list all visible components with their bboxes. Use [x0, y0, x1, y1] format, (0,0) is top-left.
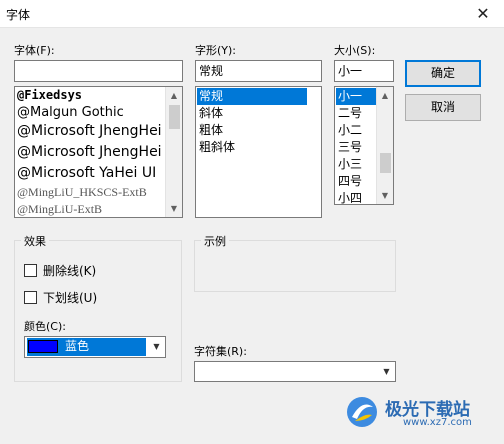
scroll-up-icon[interactable]: ▲: [377, 87, 393, 104]
font-list-scrollbar[interactable]: ▲ ▼: [165, 87, 182, 217]
color-value: 蓝色: [65, 339, 90, 353]
strikeout-label: 删除线(K): [43, 264, 97, 278]
scroll-down-icon[interactable]: ▼: [166, 200, 182, 217]
style-list-item-selected[interactable]: 常规: [197, 88, 307, 105]
ok-button[interactable]: 确定: [405, 60, 481, 87]
scroll-down-icon[interactable]: ▼: [377, 187, 393, 204]
scroll-thumb[interactable]: [380, 153, 391, 173]
chevron-down-icon[interactable]: ▼: [148, 337, 165, 356]
effects-legend: 效果: [21, 233, 49, 249]
underline-checkbox[interactable]: 下划线(U): [24, 289, 97, 306]
size-list-item-selected[interactable]: 小一: [336, 88, 378, 105]
font-list-item[interactable]: @Fixedsys: [15, 87, 167, 104]
title-bar: 字体 ✕: [0, 0, 504, 28]
style-list-item[interactable]: 粗体: [197, 122, 307, 139]
font-list-item[interactable]: @Malgun Gothic: [15, 104, 167, 121]
size-list-item[interactable]: 二号: [336, 105, 378, 122]
color-swatch: [28, 340, 58, 353]
scroll-up-icon[interactable]: ▲: [166, 87, 182, 104]
font-list[interactable]: @Fixedsys @Malgun Gothic @Microsoft Jhen…: [14, 86, 183, 218]
style-label: 字形(Y):: [195, 44, 237, 57]
close-icon[interactable]: ✕: [462, 0, 504, 28]
font-label: 字体(F):: [14, 44, 55, 57]
size-input[interactable]: 小一: [334, 60, 394, 82]
cancel-button[interactable]: 取消: [405, 94, 481, 121]
chevron-down-icon[interactable]: ▼: [378, 362, 395, 381]
size-list[interactable]: 小一 二号 小二 三号 小三 四号 小四 ▲ ▼: [334, 86, 394, 205]
size-label: 大小(S):: [334, 44, 376, 57]
watermark-url: www.xz7.com: [403, 417, 472, 428]
window-title: 字体: [6, 8, 31, 22]
style-list[interactable]: 常规 斜体 粗体 粗斜体: [195, 86, 322, 218]
size-list-item[interactable]: 小四: [336, 190, 378, 204]
font-list-item[interactable]: @Microsoft JhengHei: [15, 121, 167, 142]
sample-legend: 示例: [201, 233, 229, 249]
size-list-item[interactable]: 三号: [336, 139, 378, 156]
font-list-item[interactable]: @MingLiU_HKSCS-ExtB: [15, 184, 167, 201]
charset-label: 字符集(R):: [194, 345, 247, 358]
sample-group: 示例: [194, 233, 396, 292]
style-input[interactable]: 常规: [195, 60, 322, 82]
font-list-item[interactable]: @Microsoft YaHei UI: [15, 163, 167, 184]
color-select[interactable]: 蓝色 ▼: [24, 336, 166, 358]
color-label: 颜色(C):: [24, 320, 66, 333]
underline-checkbox-box[interactable]: [24, 291, 37, 304]
underline-label: 下划线(U): [43, 291, 98, 305]
style-list-item[interactable]: 斜体: [197, 105, 307, 122]
strikeout-checkbox[interactable]: 删除线(K): [24, 262, 96, 279]
watermark: 极光下载站 www.xz7.com: [345, 393, 495, 431]
scroll-thumb[interactable]: [169, 105, 180, 129]
size-list-item[interactable]: 小二: [336, 122, 378, 139]
font-list-item[interactable]: @Microsoft JhengHei UI: [15, 142, 180, 163]
style-list-item[interactable]: 粗斜体: [197, 139, 307, 156]
size-list-scrollbar[interactable]: ▲ ▼: [376, 87, 393, 204]
size-list-item[interactable]: 小三: [336, 156, 378, 173]
charset-select[interactable]: ▼: [194, 361, 396, 382]
watermark-logo-icon: [347, 397, 377, 427]
size-list-item[interactable]: 四号: [336, 173, 378, 190]
strikeout-checkbox-box[interactable]: [24, 264, 37, 277]
font-list-item[interactable]: @MingLiU-ExtB: [15, 201, 167, 217]
font-input[interactable]: [14, 60, 183, 82]
